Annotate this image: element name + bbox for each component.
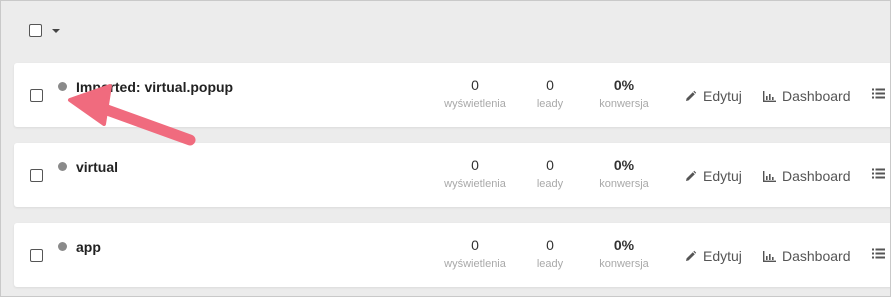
edit-button[interactable]: Edytuj (684, 168, 742, 184)
row-title[interactable]: app (76, 239, 101, 255)
list-menu-icon (872, 88, 885, 99)
bulk-actions-bar (0, 0, 891, 62)
more-menu-button[interactable] (872, 168, 891, 179)
pencil-icon (686, 250, 697, 261)
dashboard-label: Dashboard (782, 88, 851, 104)
conversion-label: konwersja (599, 258, 649, 270)
bar-chart-icon (763, 90, 776, 102)
leads-value: 0 (546, 77, 554, 93)
views-value: 0 (471, 157, 479, 173)
list-item: virtual 0 wyświetlenia 0 leady 0% konwer… (14, 143, 891, 207)
bar-chart-icon (763, 250, 776, 262)
select-all-checkbox[interactable] (29, 23, 42, 37)
views-stat: 0 wyświetlenia (435, 77, 515, 110)
list-menu-icon (872, 248, 885, 259)
list-item: Imported: virtual.popup 0 wyświetlenia 0… (14, 63, 891, 127)
dashboard-button[interactable]: Dashboard (763, 88, 851, 104)
views-value: 0 (471, 237, 479, 253)
views-label: wyświetlenia (444, 258, 506, 270)
conversion-stat: 0% konwersja (589, 157, 659, 190)
leads-label: leady (536, 98, 564, 110)
conversion-stat: 0% konwersja (589, 237, 659, 270)
more-menu-button[interactable] (872, 248, 891, 259)
conversion-value: 0% (613, 237, 635, 253)
edit-label: Edytuj (703, 248, 742, 264)
dashboard-button[interactable]: Dashboard (763, 168, 851, 184)
row-checkbox[interactable] (30, 249, 43, 262)
row-checkbox[interactable] (30, 89, 43, 102)
views-stat: 0 wyświetlenia (435, 157, 515, 190)
conversion-label: konwersja (599, 178, 649, 190)
pencil-icon (686, 170, 697, 181)
views-value: 0 (471, 77, 479, 93)
edit-label: Edytuj (703, 168, 742, 184)
views-label: wyświetlenia (444, 98, 506, 110)
conversion-value: 0% (613, 77, 635, 93)
status-dot (58, 162, 67, 171)
dashboard-label: Dashboard (782, 168, 851, 184)
conversion-stat: 0% konwersja (589, 77, 659, 110)
more-menu-button[interactable] (872, 88, 891, 99)
leads-stat: 0 leady (525, 77, 575, 110)
views-stat: 0 wyświetlenia (435, 237, 515, 270)
list-menu-icon (872, 168, 885, 179)
bar-chart-icon (763, 170, 776, 182)
conversion-value: 0% (613, 157, 635, 173)
edit-button[interactable]: Edytuj (684, 88, 742, 104)
pencil-icon (686, 90, 697, 101)
conversion-label: konwersja (599, 98, 649, 110)
leads-label: leady (536, 178, 564, 190)
dashboard-button[interactable]: Dashboard (763, 248, 851, 264)
edit-button[interactable]: Edytuj (684, 248, 742, 264)
row-title[interactable]: Imported: virtual.popup (76, 79, 233, 95)
leads-stat: 0 leady (525, 157, 575, 190)
chevron-down-icon[interactable] (52, 29, 60, 33)
status-dot (58, 242, 67, 251)
list-item: app 0 wyświetlenia 0 leady 0% konwersja … (14, 223, 891, 287)
leads-label: leady (536, 258, 564, 270)
status-dot (58, 82, 67, 91)
dashboard-label: Dashboard (782, 248, 851, 264)
leads-value: 0 (546, 157, 554, 173)
leads-stat: 0 leady (525, 237, 575, 270)
leads-value: 0 (546, 237, 554, 253)
row-checkbox[interactable] (30, 169, 43, 182)
edit-label: Edytuj (703, 88, 742, 104)
row-title[interactable]: virtual (76, 159, 118, 175)
views-label: wyświetlenia (444, 178, 506, 190)
